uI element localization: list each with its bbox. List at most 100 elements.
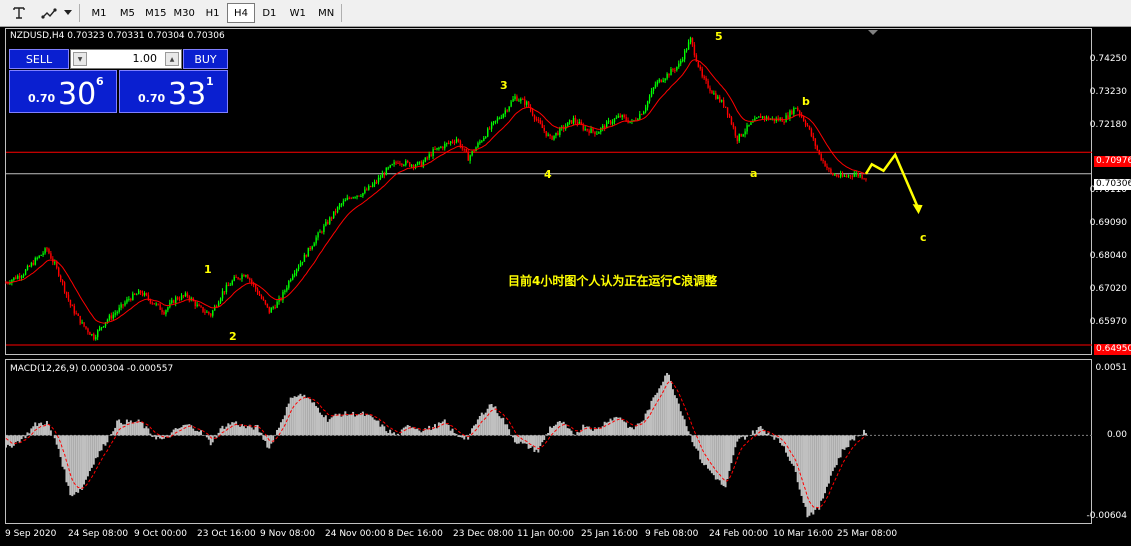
candle-body [180, 295, 183, 300]
candle-body [514, 96, 516, 99]
candle-body [334, 211, 337, 213]
candle-body [510, 101, 512, 107]
candle-body [71, 305, 74, 307]
candle-body [21, 276, 23, 278]
candle-body [32, 262, 35, 265]
candle-body [684, 50, 686, 60]
candle-body [533, 115, 536, 120]
candle-body [22, 274, 25, 277]
wave-label-1: 1 [204, 263, 212, 276]
price-label: 0.73230 [1089, 87, 1127, 97]
candle-body [724, 106, 727, 108]
candle-body [522, 98, 524, 100]
candle-body [108, 315, 111, 320]
resistance-price-tag: 0.70976 [1094, 156, 1131, 167]
candle-body [451, 141, 454, 143]
volume-decrease-icon[interactable]: ▼ [73, 52, 87, 66]
candle-body [93, 334, 95, 340]
candle-body [366, 189, 368, 191]
candle-body [697, 61, 700, 67]
projection-path [864, 152, 920, 210]
candle-body [660, 79, 662, 83]
candle-body [485, 136, 487, 139]
candle-body [574, 117, 577, 123]
candle-body [128, 298, 130, 300]
candle-body [303, 254, 306, 262]
candle-body [483, 138, 485, 141]
candle-body [290, 279, 292, 282]
candle-body [214, 306, 216, 311]
candle-body [590, 128, 592, 134]
candle-body [787, 115, 789, 119]
candle-body [210, 313, 212, 316]
candle-body [204, 311, 206, 313]
candle-body [299, 262, 302, 267]
candle-body [828, 167, 830, 170]
candle-body [97, 330, 99, 338]
candle-body [713, 93, 715, 95]
candle-body [682, 59, 684, 62]
sell-button[interactable]: SELL [9, 49, 69, 69]
candle-body [843, 176, 846, 178]
candle-body [701, 68, 703, 77]
candle-body [748, 124, 750, 126]
candle-body [77, 313, 79, 316]
candle-body [732, 124, 735, 128]
candle-body [336, 207, 339, 213]
candle-body [756, 117, 758, 119]
candle-body [237, 277, 239, 279]
candle-body [416, 162, 419, 166]
candle-body [75, 313, 77, 315]
candle-body [490, 123, 493, 129]
candle-body [56, 262, 58, 268]
volume-input[interactable]: ▼ 1.00 ▲ [70, 49, 182, 69]
candle-body [685, 49, 688, 51]
price-label: 0.74250 [1089, 54, 1127, 64]
candle-body [444, 143, 446, 149]
candle-body [711, 90, 713, 94]
candle-body [26, 265, 29, 270]
buy-price-big: 33 [168, 77, 207, 112]
candle-body [849, 175, 852, 177]
candle-body [730, 117, 733, 125]
candle-body [625, 116, 627, 121]
candle-body [243, 274, 245, 277]
buy-button[interactable]: BUY [183, 49, 228, 69]
candle-body [535, 119, 538, 121]
sell-price[interactable]: 0.70 30 6 [9, 70, 117, 113]
candle-body [537, 119, 540, 121]
candle-body [19, 275, 21, 278]
candle-body [223, 291, 226, 293]
volume-increase-icon[interactable]: ▲ [165, 52, 179, 66]
candle-body [124, 302, 126, 306]
candle-body [481, 140, 483, 142]
candle-body [301, 261, 304, 263]
candle-body [670, 69, 672, 76]
buy-price-sup: 1 [206, 75, 214, 88]
candle-body [370, 185, 372, 187]
candle-body [526, 101, 528, 105]
candle-body [177, 297, 179, 300]
candle-body [274, 307, 276, 309]
candle-body [500, 117, 503, 119]
candle-body [619, 115, 622, 118]
wave-label-2: 2 [229, 330, 237, 343]
candle-body [212, 310, 214, 316]
candle-body [531, 110, 534, 116]
candle-body [715, 93, 717, 99]
candle-body [79, 315, 81, 324]
candle-body [167, 307, 169, 311]
candle-body [63, 282, 66, 292]
candle-body [251, 279, 253, 283]
candle-body [734, 127, 737, 136]
candle-body [321, 231, 323, 233]
candle-body [705, 78, 707, 81]
candle-body [799, 110, 801, 115]
candle-body [294, 273, 296, 276]
candle-body [707, 80, 709, 88]
candle-body [650, 90, 653, 97]
candle-body [118, 307, 120, 312]
buy-price[interactable]: 0.70 33 1 [119, 70, 228, 113]
candle-body [863, 178, 865, 180]
candle-body [372, 184, 374, 187]
